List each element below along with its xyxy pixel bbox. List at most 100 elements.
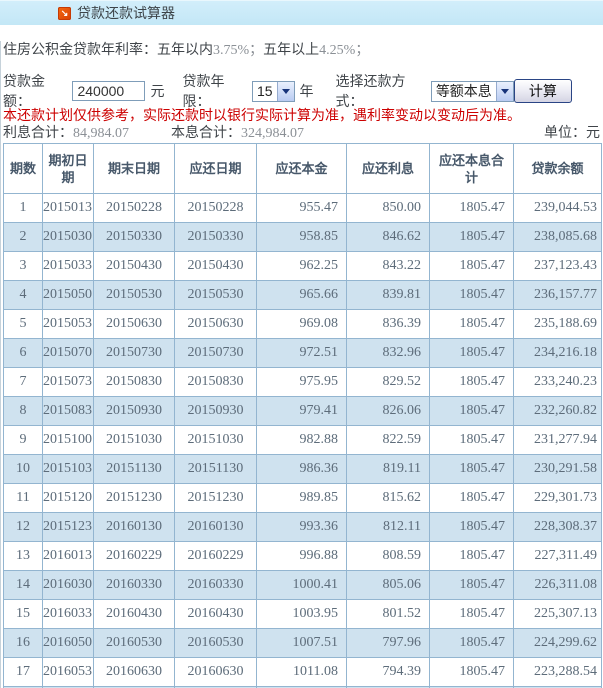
cell-period: 10 (4, 455, 43, 484)
cell-due-date: 20151230 (175, 484, 257, 513)
cell-end-date: 20151230 (94, 484, 175, 513)
cell-total-due: 1805.47 (430, 310, 514, 339)
cell-period: 6 (4, 339, 43, 368)
cell-total-due: 1805.47 (430, 397, 514, 426)
loan-term-select[interactable]: 15 (252, 81, 295, 102)
cell-period: 17 (4, 658, 43, 687)
table-row: 8 20150831 20150930 20150930 979.41 826.… (4, 397, 602, 426)
cell-interest-due: 812.11 (347, 513, 430, 542)
cell-balance: 224,299.62 (514, 629, 602, 658)
rate-above-five-value: 4.25%； (319, 43, 369, 58)
cell-due-date: 20150530 (175, 281, 257, 310)
cell-total-due: 1805.47 (430, 223, 514, 252)
cell-due-date: 20160630 (175, 658, 257, 687)
loan-term-label: 贷款年限： (182, 71, 246, 111)
chevron-down-icon[interactable] (277, 82, 294, 101)
cell-interest-due: 808.59 (347, 542, 430, 571)
cell-end-date: 20150930 (94, 397, 175, 426)
cell-due-date: 20151130 (175, 455, 257, 484)
header-start-date: 期初日期 (43, 144, 94, 194)
cell-end-date: 20150630 (94, 310, 175, 339)
cell-start-date: 20150831 (43, 397, 94, 426)
table-row: 1 20150131 20150228 20150228 955.47 850.… (4, 194, 602, 223)
loan-term-selected-value: 15 (253, 83, 277, 99)
cell-interest-due: 843.22 (347, 252, 430, 281)
cell-period: 16 (4, 629, 43, 658)
repayment-method-selected-value: 等额本息 (432, 81, 496, 101)
cell-end-date: 20160630 (94, 658, 175, 687)
header-balance: 贷款余额 (514, 144, 602, 194)
cell-due-date: 20160229 (175, 542, 257, 571)
cell-interest-due: 832.96 (347, 339, 430, 368)
cell-period: 13 (4, 542, 43, 571)
cell-total-due: 1805.47 (430, 455, 514, 484)
loan-amount-input[interactable] (72, 81, 145, 101)
cell-principal-due: 962.25 (257, 252, 347, 281)
term-unit-label: 年 (300, 81, 314, 101)
chevron-down-icon[interactable] (496, 82, 513, 101)
header-due-date: 应还日期 (175, 144, 257, 194)
cell-start-date: 20160131 (43, 542, 94, 571)
table-row: 7 20150731 20150830 20150830 975.95 829.… (4, 368, 602, 397)
rate-above-five-label: 五年以上 (263, 41, 319, 57)
repayment-method-select[interactable]: 等额本息 (431, 81, 514, 102)
cell-principal-due: 972.51 (257, 339, 347, 368)
cell-due-date: 20160530 (175, 629, 257, 658)
header-total-due: 应还本息合计 (430, 144, 514, 194)
table-row: 6 20150701 20150730 20150730 972.51 832.… (4, 339, 602, 368)
cell-end-date: 20151030 (94, 426, 175, 455)
cell-period: 7 (4, 368, 43, 397)
cell-start-date: 20151231 (43, 513, 94, 542)
total-interest-value: 84,984.07 (73, 126, 129, 141)
cell-balance: 233,240.23 (514, 368, 602, 397)
cell-start-date: 20151031 (43, 455, 94, 484)
cell-start-date: 20150301 (43, 223, 94, 252)
document-bullet-icon: ↘ (58, 7, 71, 20)
cell-total-due: 1805.47 (430, 426, 514, 455)
cell-principal-due: 969.08 (257, 310, 347, 339)
table-row: 5 20150531 20150630 20150630 969.08 836.… (4, 310, 602, 339)
cell-total-due: 1805.47 (430, 542, 514, 571)
cell-end-date: 20151130 (94, 455, 175, 484)
cell-end-date: 20160430 (94, 600, 175, 629)
summary-line: 利息合计：84,984.07本息合计：324,984.07 单位：元 (3, 124, 602, 142)
cell-start-date: 20160331 (43, 600, 94, 629)
cell-principal-due: 1007.51 (257, 629, 347, 658)
cell-end-date: 20150730 (94, 339, 175, 368)
cell-start-date: 20151201 (43, 484, 94, 513)
cell-balance: 227,311.49 (514, 542, 602, 571)
cell-total-due: 1805.47 (430, 600, 514, 629)
cell-due-date: 20150830 (175, 368, 257, 397)
table-row: 2 20150301 20150330 20150330 958.85 846.… (4, 223, 602, 252)
cell-period: 14 (4, 571, 43, 600)
header-interest-due: 应还利息 (347, 144, 430, 194)
cell-interest-due: 819.11 (347, 455, 430, 484)
table-row: 13 20160131 20160229 20160229 996.88 808… (4, 542, 602, 571)
table-row: 14 20160301 20160330 20160330 1000.41 80… (4, 571, 602, 600)
cell-period: 8 (4, 397, 43, 426)
cell-period: 3 (4, 252, 43, 281)
cell-period: 11 (4, 484, 43, 513)
disclaimer-notice: 本还款计划仅供参考，实际还款时以银行实际计算为准，遇利率变动以变动后为准。 (3, 107, 603, 123)
cell-start-date: 20160501 (43, 629, 94, 658)
cell-principal-due: 955.47 (257, 194, 347, 223)
cell-end-date: 20160130 (94, 513, 175, 542)
cell-balance: 239,044.53 (514, 194, 602, 223)
cell-end-date: 20160330 (94, 571, 175, 600)
cell-balance: 237,123.43 (514, 252, 602, 281)
cell-total-due: 1805.47 (430, 658, 514, 687)
cell-balance: 235,188.69 (514, 310, 602, 339)
cell-period: 2 (4, 223, 43, 252)
table-row: 4 20150501 20150530 20150530 965.66 839.… (4, 281, 602, 310)
calculate-button[interactable]: 计算 (514, 79, 572, 103)
cell-interest-due: 829.52 (347, 368, 430, 397)
calculator-form: 贷款金额： 元 贷款年限： 15 年 选择还款方式： 等额本息 计算 (3, 79, 603, 103)
cell-due-date: 20150330 (175, 223, 257, 252)
cell-start-date: 20150331 (43, 252, 94, 281)
cell-start-date: 20150731 (43, 368, 94, 397)
cell-interest-due: 801.52 (347, 600, 430, 629)
cell-start-date: 20150531 (43, 310, 94, 339)
cell-start-date: 20160301 (43, 571, 94, 600)
repayment-schedule-table: 期数 期初日期 期末日期 应还日期 应还本金 应还利息 应还本息合计 贷款余额 … (3, 143, 602, 688)
cell-interest-due: 822.59 (347, 426, 430, 455)
